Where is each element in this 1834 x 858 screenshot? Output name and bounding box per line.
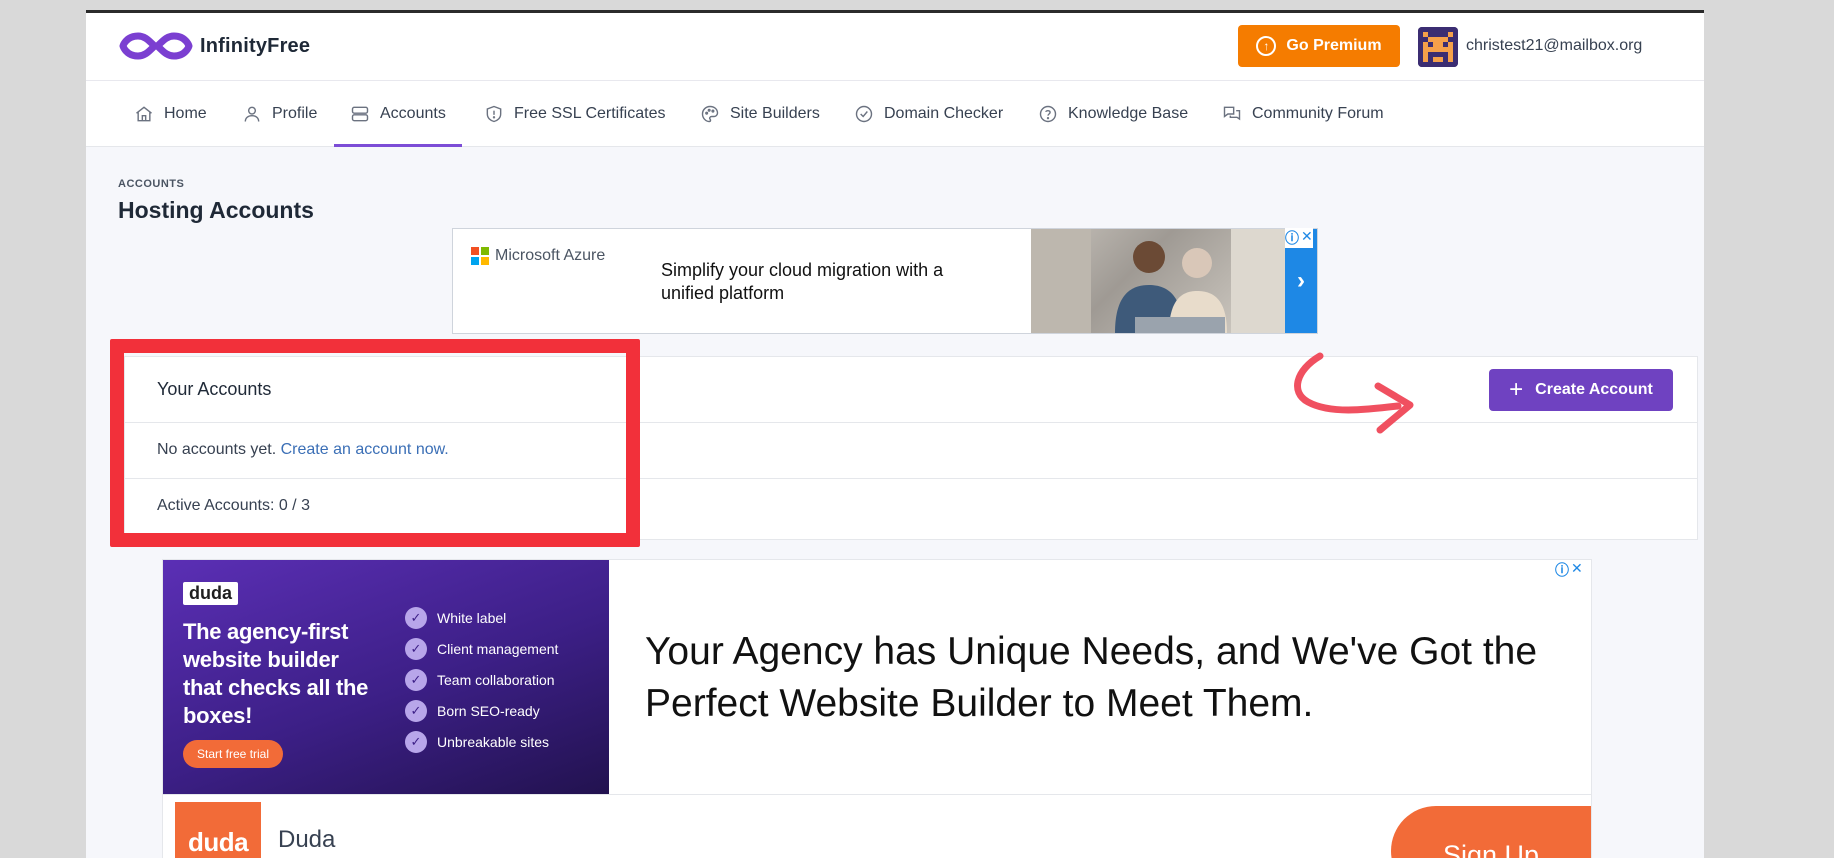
nav-item-community-forum[interactable]: Community Forum — [1222, 81, 1384, 147]
logo[interactable]: InfinityFree — [118, 27, 310, 65]
ad-close-icon[interactable]: ✕ — [1571, 560, 1583, 580]
shield-icon — [486, 105, 502, 123]
avatar[interactable] — [1418, 27, 1458, 67]
nav-item-free-ssl[interactable]: Free SSL Certificates — [484, 81, 665, 147]
nav-item-label: Profile — [272, 105, 318, 122]
nav-item-label: Free SSL Certificates — [514, 105, 666, 122]
home-icon — [136, 106, 152, 122]
people-photo-icon — [1031, 229, 1285, 333]
check-icon: ✓ — [405, 606, 427, 629]
nav-item-label: Home — [164, 105, 207, 122]
duda-ad-panel: duda The agency-first website builder th… — [163, 560, 609, 794]
feature-label: Unbreakable sites — [437, 733, 550, 750]
duda-tag: duda — [183, 582, 238, 605]
duda-ad-banner[interactable]: duda The agency-first website builder th… — [162, 559, 1592, 858]
nav-item-label: Community Forum — [1252, 105, 1384, 122]
ad-controls: ⓘ ✕ — [1285, 228, 1313, 248]
user-icon — [244, 106, 260, 122]
microsoft-windows-icon — [471, 247, 489, 265]
nav-item-profile[interactable]: Profile — [242, 81, 317, 147]
feature-label: Born SEO-ready — [437, 702, 540, 719]
feature-label: White label — [437, 609, 507, 626]
azure-ad-banner[interactable]: Microsoft Azure Simplify your cloud migr… — [452, 228, 1318, 334]
feature-item: ✓ Unbreakable sites — [405, 726, 558, 757]
user-email[interactable]: christest21@mailbox.org — [1466, 37, 1642, 55]
page-title: Hosting Accounts — [118, 197, 314, 223]
ad-controls: ⓘ ✕ — [1555, 560, 1583, 580]
logo-text: InfinityFree — [200, 34, 311, 57]
ad-info-icon[interactable]: ⓘ — [1555, 560, 1569, 580]
chat-icon — [1223, 106, 1241, 121]
server-icon — [351, 106, 369, 122]
start-free-trial-button[interactable]: Start free trial — [183, 740, 284, 768]
infinityfree-page: InfinityFree ↑ Go Premium christest21@ma… — [86, 10, 1704, 858]
ad-close-icon[interactable]: ✕ — [1301, 228, 1313, 248]
nav-item-label: Accounts — [380, 105, 446, 122]
top-bar: InfinityFree ↑ Go Premium christest21@ma… — [86, 13, 1704, 81]
check-icon: ✓ — [405, 699, 427, 722]
nav-item-domain-checker[interactable]: Domain Checker — [854, 81, 1003, 147]
check-icon: ✓ — [405, 668, 427, 691]
divider — [163, 794, 1591, 795]
main-nav: Home Profile Accounts Free SSL Certifica… — [86, 81, 1704, 147]
ad-info-icon[interactable]: ⓘ — [1285, 228, 1299, 248]
infinity-logo-icon — [119, 32, 193, 60]
ad-text: Simplify your cloud migration with a uni… — [661, 260, 944, 303]
duda-headline: The agency-first website builder that ch… — [183, 619, 369, 728]
advertiser-name: Duda — [278, 826, 336, 853]
feature-item: ✓ Client management — [405, 633, 558, 664]
ad-photo — [1031, 229, 1285, 333]
nav-item-label: Domain Checker — [884, 105, 1004, 122]
feature-item: ✓ White label — [405, 602, 558, 633]
nav-item-label: Site Builders — [730, 105, 820, 122]
go-premium-button[interactable]: ↑ Go Premium — [1238, 25, 1400, 67]
check-circle-icon — [855, 105, 873, 123]
duda-logo: duda — [175, 802, 261, 858]
check-icon: ✓ — [405, 637, 427, 660]
create-account-button[interactable]: + Create Account — [1489, 369, 1673, 411]
nav-item-label: Knowledge Base — [1068, 105, 1189, 122]
feature-label: Client management — [437, 640, 559, 657]
nav-item-home[interactable]: Home — [134, 81, 207, 147]
nav-item-accounts[interactable]: Accounts — [334, 81, 462, 147]
highlight-box — [110, 339, 640, 547]
nav-item-knowledge-base[interactable]: Knowledge Base — [1038, 81, 1188, 147]
sign-up-button[interactable]: Sign Up — [1391, 806, 1591, 858]
pixel-avatar-icon — [1418, 27, 1458, 67]
breadcrumb: ACCOUNTS — [118, 178, 185, 190]
feature-list: ✓ White label ✓ Client management ✓ Team co… — [405, 602, 558, 757]
go-premium-label: Go Premium — [1286, 37, 1382, 54]
ad-brand: Microsoft Azure — [495, 247, 606, 264]
feature-label: Team collaboration — [437, 671, 555, 688]
microsoft-logo: Microsoft Azure — [471, 247, 605, 265]
curved-arrow-icon — [1294, 352, 1414, 434]
feature-item: ✓ Born SEO-ready — [405, 695, 558, 726]
nav-item-site-builders[interactable]: Site Builders — [700, 81, 820, 147]
check-icon: ✓ — [405, 730, 427, 753]
palette-icon — [701, 105, 719, 123]
arrow-up-circle-icon: ↑ — [1256, 36, 1277, 56]
plus-icon: + — [1509, 376, 1524, 403]
create-account-label: Create Account — [1535, 381, 1653, 398]
duda-ad-slogan: Your Agency has Unique Needs, and We've … — [645, 630, 1538, 725]
help-circle-icon — [1039, 105, 1057, 123]
feature-item: ✓ Team collaboration — [405, 664, 558, 695]
